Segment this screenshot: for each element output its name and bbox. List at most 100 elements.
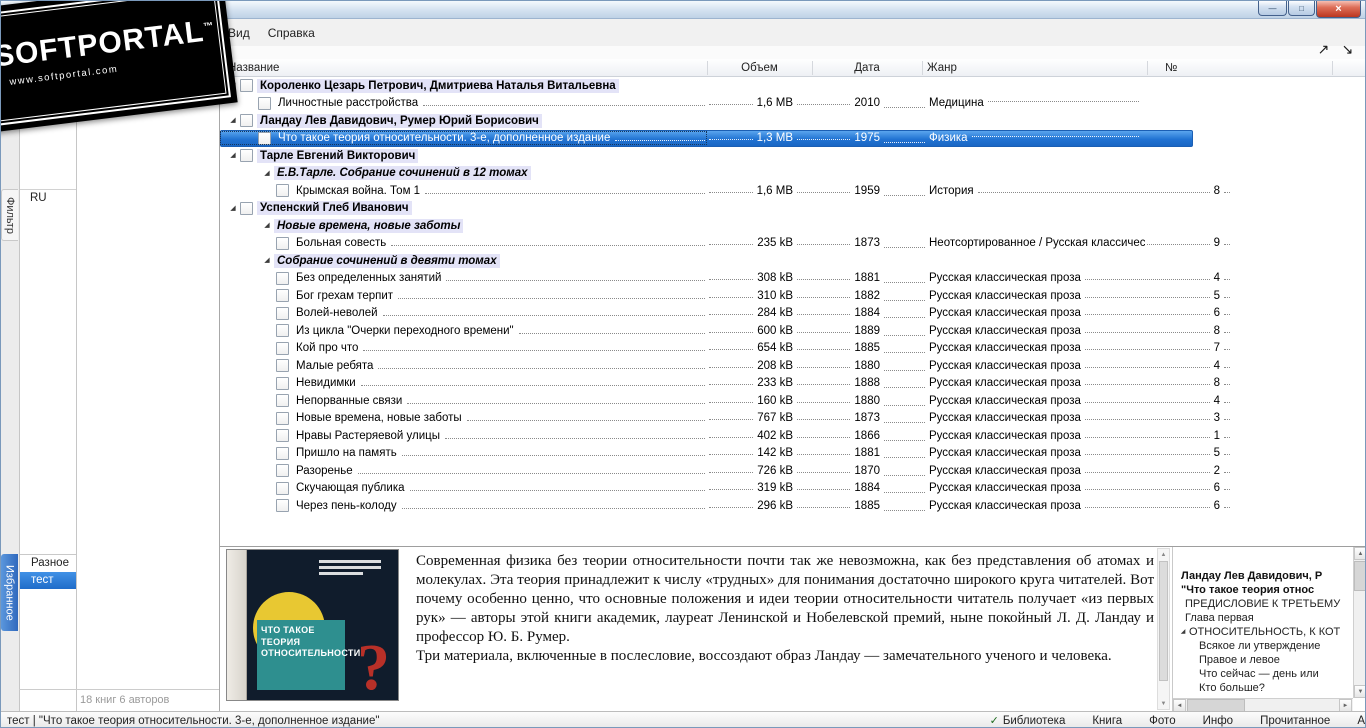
expander-icon[interactable]: ◢ <box>226 117 240 124</box>
scroll-up-icon[interactable]: ▲ <box>1158 549 1169 560</box>
language-item-ru[interactable]: RU <box>20 190 76 207</box>
column-header-genre[interactable]: Жанр <box>927 59 957 77</box>
expander-icon[interactable]: ◢ <box>260 257 274 264</box>
checkbox[interactable] <box>276 376 289 390</box>
close-button[interactable]: × <box>1316 1 1361 18</box>
checkbox[interactable] <box>276 306 289 320</box>
checkbox[interactable] <box>240 149 253 163</box>
column-header-size[interactable]: Объем <box>707 59 812 77</box>
book-row[interactable]: Больная совесть 235 kB 1873 Неотсортированн… <box>220 235 1365 253</box>
book-row[interactable]: Из цикла "Очерки переходного времени" 600… <box>220 322 1365 340</box>
toc-item[interactable]: Правое и левое <box>1173 653 1353 667</box>
toc-horizontal-scrollbar[interactable]: ◄ ► <box>1173 698 1353 712</box>
status-item-А[interactable]: А <box>1357 715 1365 727</box>
toc-item[interactable]: Кто больше? <box>1173 681 1353 695</box>
main-splitter[interactable] <box>219 46 220 711</box>
checkbox[interactable] <box>276 271 289 285</box>
expander-icon[interactable]: ◢ <box>226 205 240 212</box>
book-row[interactable]: Непорванные связи 160 kB 1880 Русская класс… <box>220 392 1365 410</box>
checkbox[interactable] <box>276 289 289 303</box>
toc-item[interactable]: Всякое ли утверждение <box>1173 639 1353 653</box>
book-row[interactable]: Нравы Растеряевой улицы 402 kB 1866 Русская… <box>220 427 1365 445</box>
toc-item[interactable]: ПРЕДИСЛОВИЕ К ТРЕТЬЕМУ <box>1173 597 1353 611</box>
scroll-up-icon[interactable]: ▲ <box>1354 547 1365 560</box>
tab-filter[interactable]: Фильтр <box>1 189 18 241</box>
checkbox[interactable] <box>276 341 289 355</box>
collapse-all-button[interactable]: ↗ <box>1314 40 1333 58</box>
expander-icon[interactable]: ◢ <box>260 222 274 229</box>
book-row[interactable]: Новые времена, новые заботы 767 kB 1873 Рус… <box>220 410 1365 428</box>
toc-item[interactable]: ◢ ОТНОСИТЕЛЬНОСТЬ, К КОТ <box>1173 625 1353 639</box>
expander-icon[interactable]: ◢ <box>226 152 240 159</box>
minimize-button[interactable]: — <box>1258 1 1287 16</box>
checkbox[interactable] <box>276 324 289 338</box>
book-row[interactable]: Крымская война. Том 1 1,6 MB 1959 История 8 <box>220 182 1365 200</box>
status-item-Фото[interactable]: Фото <box>1149 715 1175 727</box>
checkbox[interactable] <box>276 236 289 250</box>
author-row[interactable]: ◢ Ландау Лев Давидович, Румер Юрий Борисо… <box>220 112 1365 130</box>
book-row[interactable]: Личностные расстройства 1,6 MB 2010 Медицин… <box>220 95 1365 113</box>
toc-item[interactable]: Что сейчас — день или <box>1173 667 1353 681</box>
column-header-title[interactable]: Название <box>228 59 279 77</box>
checkbox[interactable] <box>240 114 253 128</box>
column-header-date[interactable]: Дата <box>812 59 922 77</box>
author-row[interactable]: ◢Короленко Цезарь Петрович, Дмитриева На… <box>220 77 1365 95</box>
dotted-leader <box>709 244 754 246</box>
book-row[interactable]: Невидимки 233 kB 1888 Русская классическая … <box>220 375 1365 393</box>
scroll-down-icon[interactable]: ▼ <box>1158 698 1169 709</box>
series-row[interactable]: ◢ Собрание сочинений в девяти томах <box>220 252 1365 270</box>
author-row[interactable]: ◢ Тарле Евгений Викторович <box>220 147 1365 165</box>
column-header-number[interactable]: № <box>1165 59 1177 77</box>
menu-item-Справка[interactable]: Справка <box>259 22 324 44</box>
book-row[interactable]: Кой про что 654 kB 1885 Русская классическа… <box>220 340 1365 358</box>
status-item-Прочитанное[interactable]: Прочитанное <box>1260 715 1330 727</box>
series-row[interactable]: ◢ Новые времена, новые заботы <box>220 217 1365 235</box>
book-row[interactable]: Что такое теория относительности. 3-е, д… <box>220 129 1365 147</box>
expander-icon[interactable]: ◢ <box>1177 625 1189 639</box>
book-row[interactable]: Волей-неволей 284 kB 1884 Русская классичес… <box>220 305 1365 323</box>
series-row[interactable]: ◢ Е.В.Тарле. Собрание сочинений в 12 тома… <box>220 165 1365 183</box>
checkbox[interactable] <box>276 411 289 425</box>
checkbox[interactable] <box>258 131 271 145</box>
checkbox[interactable] <box>276 394 289 408</box>
toc-label: Ландау Лев Давидович, Р <box>1181 570 1323 582</box>
toc-vertical-scrollbar[interactable]: ▲ ▼ <box>1353 547 1365 698</box>
book-year: 1885 <box>854 342 880 355</box>
checkbox[interactable] <box>276 359 289 373</box>
toc-item[interactable]: Глава первая <box>1173 611 1353 625</box>
scrollbar-thumb[interactable] <box>1354 561 1365 591</box>
annotation-scrollbar[interactable]: ▲ ▼ <box>1157 548 1170 710</box>
tab-favorites[interactable]: Избранное <box>1 554 18 631</box>
toc-item[interactable]: "Что такое теория относ <box>1173 583 1353 597</box>
expand-all-button[interactable]: ↘ <box>1338 40 1357 58</box>
group-item-Разное[interactable]: Разное <box>20 555 76 572</box>
toc-item[interactable]: Ландау Лев Давидович, Р <box>1173 569 1353 583</box>
scrollbar-thumb[interactable] <box>1159 561 1168 681</box>
checkbox[interactable] <box>276 446 289 460</box>
status-item-Библиотека[interactable]: ✓ Библиотека <box>990 714 1066 728</box>
book-row[interactable]: Малые ребята 208 kB 1880 Русская классическ… <box>220 357 1365 375</box>
checkbox[interactable] <box>258 96 271 110</box>
author-row[interactable]: ◢ Успенский Глеб Иванович <box>220 200 1365 218</box>
book-row[interactable]: Бог грехам терпит 310 kB 1882 Русская класс… <box>220 287 1365 305</box>
checkbox[interactable] <box>240 201 253 215</box>
dotted-leader <box>709 436 754 438</box>
checkbox[interactable] <box>276 429 289 443</box>
group-item-тест[interactable]: тест <box>20 572 76 589</box>
checkbox[interactable] <box>276 481 289 495</box>
scroll-down-icon[interactable]: ▼ <box>1354 685 1365 698</box>
book-row[interactable]: Через пень-колоду 296 kB 1885 Русская класс… <box>220 497 1365 515</box>
checkbox[interactable] <box>240 79 253 93</box>
maximize-button[interactable]: □ <box>1288 1 1315 16</box>
checkbox[interactable] <box>276 184 289 198</box>
status-item-Инфо[interactable]: Инфо <box>1203 715 1233 727</box>
checkbox[interactable] <box>276 464 289 478</box>
checkbox[interactable] <box>276 499 289 513</box>
book-row[interactable]: Разоренье 726 kB 1870 Русская классическая … <box>220 462 1365 480</box>
book-row[interactable]: Пришло на память 142 kB 1881 Русская класси… <box>220 445 1365 463</box>
expander-icon[interactable]: ◢ <box>260 170 274 177</box>
book-row[interactable]: Без определенных занятий 308 kB 1881 Русска… <box>220 270 1365 288</box>
book-genre: Русская классическая проза <box>929 289 1081 302</box>
status-item-Книга[interactable]: Книга <box>1092 715 1122 727</box>
book-row[interactable]: Скучающая публика 319 kB 1884 Русская класс… <box>220 480 1365 498</box>
